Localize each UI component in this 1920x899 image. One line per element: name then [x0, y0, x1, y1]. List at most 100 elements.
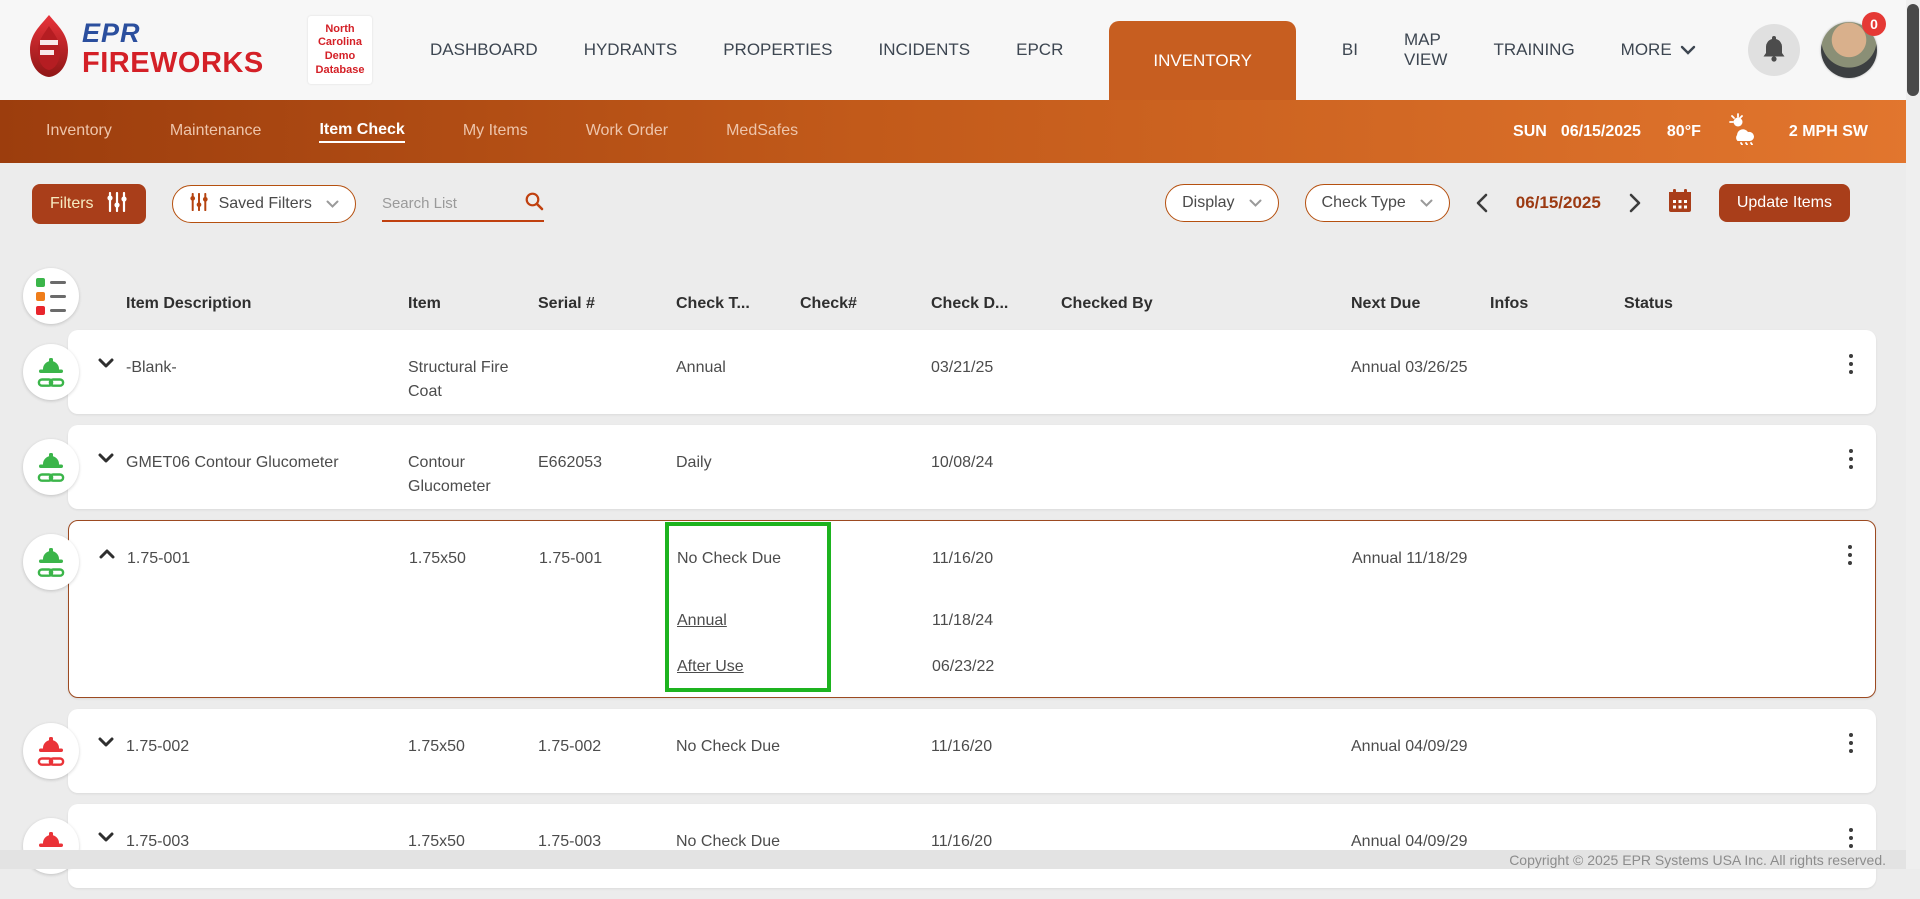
nav-training[interactable]: TRAINING [1493, 40, 1574, 60]
badge-line: North [325, 23, 354, 37]
cell-status [1624, 709, 1826, 735]
saved-filters-dropdown[interactable]: Saved Filters [172, 185, 356, 223]
kebab-icon [1849, 449, 1853, 469]
cell-status [1624, 330, 1826, 356]
nav-dashboard[interactable]: DASHBOARD [430, 40, 538, 60]
cell-next-due: Annual 04/09/29 [1351, 804, 1490, 854]
item-status-circle[interactable] [23, 534, 79, 590]
page-footer: Copyright © 2025 EPR Systems USA Inc. Al… [0, 850, 1920, 869]
column-item-description[interactable]: Item Description [126, 295, 408, 313]
cell-next-due: Annual 11/18/29 [1352, 521, 1491, 571]
search-icon[interactable] [524, 191, 544, 216]
app-logo[interactable]: EPR FIREWORKS [26, 14, 264, 83]
table-row: 1.75-001 1.75x50 1.75-001 No Check DueAn… [68, 520, 1876, 698]
check-type-link[interactable]: Annual [677, 609, 787, 635]
check-type-dropdown[interactable]: Check Type [1305, 184, 1450, 222]
cell-next-due: Annual 04/09/29 [1351, 709, 1490, 759]
cell-item-description: 1.75-002 [126, 709, 408, 759]
subnav-inventory[interactable]: Inventory [46, 122, 112, 142]
cell-item-description: GMET06 Contour Glucometer [126, 425, 408, 475]
check-type-link[interactable]: After Use [677, 655, 787, 681]
nav-properties[interactable]: PROPERTIES [723, 40, 832, 60]
date-label: 06/15/2025 [1561, 123, 1641, 141]
search-list-field[interactable] [382, 186, 544, 222]
nav-epcr[interactable]: EPCR [1016, 40, 1063, 60]
display-dropdown[interactable]: Display [1165, 184, 1278, 222]
column-checked-by[interactable]: Checked By [1061, 295, 1351, 313]
column-item[interactable]: Item [408, 295, 538, 313]
previous-day-button[interactable] [1476, 193, 1488, 213]
item-status-circle[interactable] [23, 723, 79, 779]
cell-status [1624, 804, 1826, 830]
nav-more[interactable]: MORE [1621, 40, 1696, 60]
column-status[interactable]: Status [1624, 295, 1826, 313]
cell-check-type: No Check Due [676, 804, 800, 856]
table-row: 1.75-002 1.75x50 1.75-002 No Check Due 1… [68, 709, 1876, 793]
cell-check-date: 11/16/20 [931, 709, 1061, 761]
flame-logo-icon [26, 14, 72, 83]
column-check-date[interactable]: Check D... [931, 295, 1061, 313]
row-expand-toggle[interactable] [86, 709, 126, 747]
row-actions-menu[interactable] [1825, 521, 1875, 565]
row-actions-menu[interactable] [1826, 804, 1876, 848]
subnav-medsafes[interactable]: MedSafes [726, 122, 798, 142]
next-day-button[interactable] [1629, 193, 1641, 213]
filters-button[interactable]: Filters [32, 184, 146, 224]
column-next-due[interactable]: Next Due [1351, 295, 1490, 313]
search-input[interactable] [382, 195, 510, 212]
scrollbar-thumb[interactable] [1907, 4, 1919, 96]
row-actions-menu[interactable] [1826, 330, 1876, 374]
current-day-date: SUN 06/15/2025 [1513, 123, 1641, 141]
cell-item: Structural Fire Coat [408, 330, 538, 404]
sliders-icon [106, 192, 128, 217]
cell-infos [1490, 425, 1624, 451]
cell-check-type: No Check Due Annual After Use [677, 521, 801, 681]
cell-check-type: No Check Due [676, 709, 800, 761]
wind-label: 2 MPH SW [1789, 123, 1868, 141]
nav-bi[interactable]: BI [1342, 40, 1358, 60]
subnav-my-items[interactable]: My Items [463, 122, 528, 142]
item-status-circle[interactable] [23, 344, 79, 400]
database-badge: North Carolina Demo Database [308, 16, 372, 84]
check-type-text: No Check Due [677, 547, 787, 573]
helmet-icon [34, 545, 68, 579]
display-label: Display [1182, 194, 1234, 212]
nav-hydrants[interactable]: HYDRANTS [584, 40, 678, 60]
notifications-button[interactable] [1748, 24, 1800, 76]
chevron-down-icon [326, 195, 339, 213]
subnav-item-check-active[interactable]: Item Check [319, 121, 404, 143]
vertical-scrollbar[interactable] [1906, 0, 1920, 869]
nav-incidents[interactable]: INCIDENTS [878, 40, 970, 60]
subnav-maintenance[interactable]: Maintenance [170, 122, 262, 142]
column-check-type[interactable]: Check T... [676, 295, 800, 313]
row-expand-toggle[interactable] [87, 521, 127, 559]
status-legend-button[interactable] [23, 268, 79, 324]
list-toolbar: Filters Saved Filters [0, 184, 1920, 228]
column-check-number[interactable]: Check# [800, 295, 931, 313]
table-header: Item Description Item Serial # Check T..… [68, 284, 1876, 324]
column-serial[interactable]: Serial # [538, 295, 676, 313]
cell-checked-by [1061, 804, 1351, 830]
nav-map-view[interactable]: MAP VIEW [1404, 30, 1447, 69]
calendar-icon[interactable] [1667, 188, 1693, 219]
status-legend-icon [36, 278, 66, 315]
row-actions-menu[interactable] [1826, 709, 1876, 753]
cell-item-description: 1.75-001 [127, 521, 409, 571]
helmet-icon [34, 450, 68, 484]
selected-date[interactable]: 06/15/2025 [1516, 193, 1601, 213]
row-expand-toggle[interactable] [86, 425, 126, 463]
row-expand-toggle[interactable] [86, 804, 126, 842]
check-type-text: Daily [676, 451, 786, 477]
cell-infos [1491, 521, 1625, 547]
update-items-button[interactable]: Update Items [1719, 184, 1850, 222]
nav-inventory-active-tab[interactable]: INVENTORY [1109, 21, 1296, 100]
row-actions-menu[interactable] [1826, 425, 1876, 469]
row-expand-toggle[interactable] [86, 330, 126, 368]
badge-line: Database [316, 64, 365, 78]
item-status-circle[interactable] [23, 439, 79, 495]
map-view-line2: VIEW [1404, 50, 1447, 69]
kebab-icon [1849, 733, 1853, 753]
column-infos[interactable]: Infos [1490, 295, 1624, 313]
subnav-work-order[interactable]: Work Order [586, 122, 668, 142]
cell-check-date: 11/16/2011/18/2406/23/22 [932, 521, 1062, 681]
